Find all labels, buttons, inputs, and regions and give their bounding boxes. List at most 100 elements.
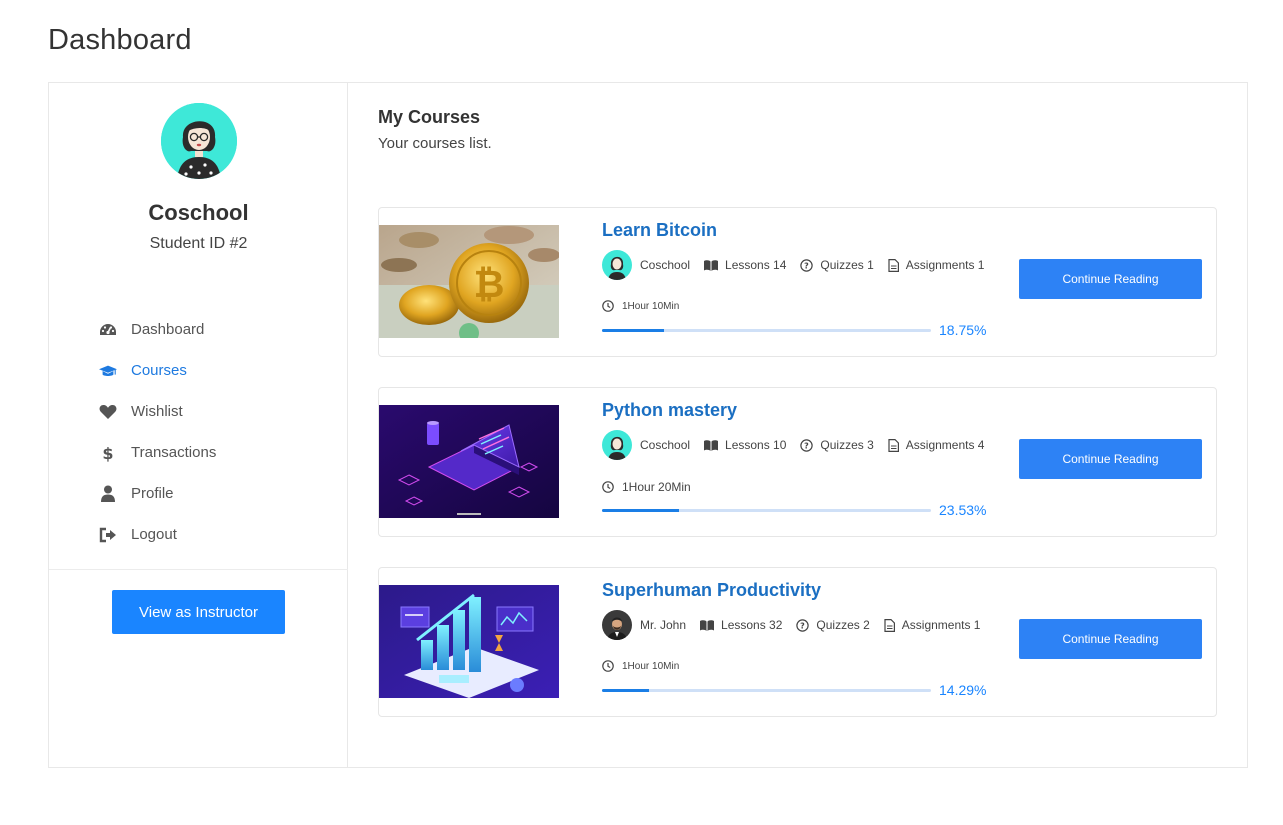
clock-icon: [602, 300, 614, 312]
author-avatar: [602, 250, 632, 280]
sidebar-item-logout[interactable]: Logout: [99, 514, 216, 555]
assignments-count: Assignments 1: [884, 618, 981, 632]
assignments-label: Assignments 1: [901, 618, 981, 632]
author-name[interactable]: Coschool: [640, 438, 690, 452]
course-card: Python mastery Coschool Lessons 10 ? Qui…: [378, 387, 1217, 537]
user-icon: [99, 485, 117, 503]
continue-reading-button[interactable]: Continue Reading: [1019, 619, 1202, 659]
assignments-count: Assignments 1: [888, 258, 985, 272]
progress-bar: [602, 509, 931, 512]
dashboard-panel: Coschool Student ID #2 Dashboard Courses…: [48, 82, 1248, 768]
progress-fill: [602, 689, 649, 692]
quizzes-label: Quizzes 2: [816, 618, 870, 632]
question-circle-icon: ?: [796, 618, 810, 632]
progress-percent: 14.29%: [939, 682, 987, 698]
quizzes-label: Quizzes 1: [820, 258, 874, 272]
duration-label: 1Hour 20Min: [622, 480, 691, 494]
progress-percent: 23.53%: [939, 502, 987, 518]
speedometer-icon: [99, 321, 117, 339]
quizzes-label: Quizzes 3: [820, 438, 874, 452]
lessons-label: Lessons 10: [725, 438, 787, 452]
continue-reading-button[interactable]: Continue Reading: [1019, 259, 1202, 299]
question-circle-icon: ?: [800, 258, 814, 272]
section-title: My Courses: [378, 107, 481, 127]
svg-text:₿: ₿: [474, 262, 505, 306]
svg-text:$: $: [102, 444, 113, 462]
author-name[interactable]: Mr. John: [640, 618, 686, 632]
course-title[interactable]: Superhuman Productivity: [602, 580, 821, 601]
sidebar-item-label: Wishlist: [131, 403, 183, 420]
lessons-label: Lessons 14: [725, 258, 787, 272]
sidebar-item-label: Transactions: [131, 444, 217, 461]
avatar: [161, 103, 237, 179]
svg-text:?: ?: [801, 621, 806, 630]
progress-percent: 18.75%: [939, 322, 987, 338]
lessons-count: Lessons 32: [700, 618, 782, 632]
duration-label: 1Hour 10Min: [622, 300, 680, 312]
progress-fill: [602, 329, 664, 332]
productivity-image: [379, 585, 559, 698]
sidebar-item-dashboard[interactable]: Dashboard: [99, 309, 216, 350]
document-icon: [884, 618, 895, 632]
user-name: Coschool: [148, 200, 249, 225]
assignments-label: Assignments 1: [905, 258, 985, 272]
assignments-label: Assignments 4: [905, 438, 985, 452]
quizzes-count: ? Quizzes 3: [800, 438, 874, 452]
course-thumbnail[interactable]: [379, 405, 559, 518]
course-meta: Coschool Lessons 14 ? Quizzes 1 Assignme…: [602, 250, 998, 280]
student-id: Student ID #2: [149, 235, 248, 252]
page-title: Dashboard: [48, 24, 192, 56]
assignments-count: Assignments 4: [888, 438, 985, 452]
course-title[interactable]: Python mastery: [602, 400, 737, 421]
laptop-code-image: [379, 405, 559, 518]
course-thumbnail[interactable]: ₿: [379, 225, 559, 338]
svg-text:?: ?: [805, 261, 810, 270]
author-avatar: [602, 610, 632, 640]
sidebar: Coschool Student ID #2 Dashboard Courses…: [49, 83, 348, 767]
document-icon: [888, 258, 899, 272]
quizzes-count: ? Quizzes 2: [796, 618, 870, 632]
course-duration: 1Hour 10Min: [602, 660, 679, 672]
lessons-count: Lessons 14: [704, 258, 786, 272]
course-card: ₿ Learn Bitcoin Coschool Lessons 14 ? Qu…: [378, 207, 1217, 357]
sidebar-divider: [49, 569, 348, 570]
author-name[interactable]: Coschool: [640, 258, 690, 272]
sidebar-item-wishlist[interactable]: Wishlist: [99, 391, 216, 432]
graduation-cap-icon: [99, 362, 117, 380]
sidebar-item-profile[interactable]: Profile: [99, 473, 216, 514]
dollar-icon: $: [99, 444, 117, 462]
clock-icon: [602, 660, 614, 672]
sidebar-nav: Dashboard Courses Wishlist $ Transaction…: [99, 309, 216, 555]
question-circle-icon: ?: [800, 438, 814, 452]
sidebar-item-label: Courses: [131, 362, 187, 379]
course-duration: 1Hour 10Min: [602, 300, 679, 312]
course-meta: Coschool Lessons 10 ? Quizzes 3 Assignme…: [602, 430, 998, 460]
lessons-count: Lessons 10: [704, 438, 786, 452]
heart-icon: [99, 403, 117, 421]
course-duration: 1Hour 20Min: [602, 480, 691, 494]
book-icon: [704, 439, 719, 451]
section-subtitle: Your courses list.: [378, 135, 492, 152]
progress-fill: [602, 509, 680, 512]
course-card: Superhuman Productivity Mr. John Lessons…: [378, 567, 1217, 717]
quizzes-count: ? Quizzes 1: [800, 258, 874, 272]
duration-label: 1Hour 10Min: [622, 660, 680, 672]
sidebar-item-label: Dashboard: [131, 321, 205, 338]
logout-icon: [99, 526, 117, 544]
continue-reading-button[interactable]: Continue Reading: [1019, 439, 1202, 479]
book-icon: [700, 619, 715, 631]
lessons-label: Lessons 32: [721, 618, 783, 632]
sidebar-item-transactions[interactable]: $ Transactions: [99, 432, 216, 473]
sidebar-item-label: Profile: [131, 485, 174, 502]
bitcoin-image: ₿: [379, 225, 559, 338]
book-icon: [704, 259, 719, 271]
sidebar-item-courses[interactable]: Courses: [99, 350, 216, 391]
course-thumbnail[interactable]: [379, 585, 559, 698]
clock-icon: [602, 481, 614, 493]
sidebar-item-label: Logout: [131, 526, 177, 543]
document-icon: [888, 438, 899, 452]
course-meta: Mr. John Lessons 32 ? Quizzes 2 Assignme…: [602, 610, 994, 640]
course-title[interactable]: Learn Bitcoin: [602, 220, 717, 241]
progress-bar: [602, 329, 931, 332]
view-as-instructor-button[interactable]: View as Instructor: [112, 590, 285, 634]
